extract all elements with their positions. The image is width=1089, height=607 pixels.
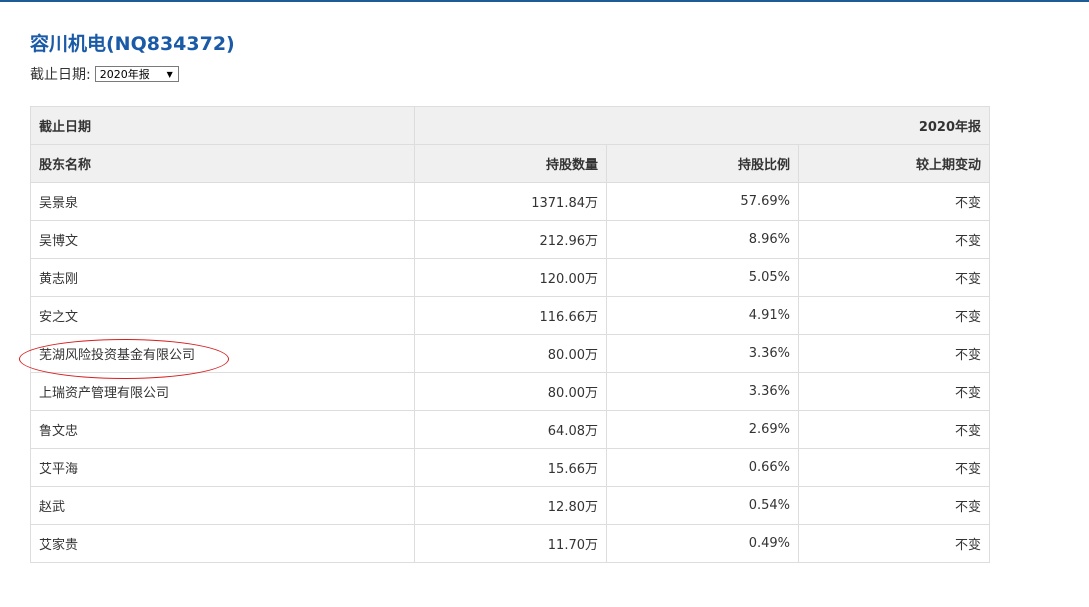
- shareholder-name: 鲁文忠: [30, 410, 415, 449]
- column-header-ratio: 持股比例: [606, 144, 799, 183]
- table-row: 赵武 12.80万 0.54% 不变: [30, 486, 991, 525]
- share-change: 不变: [797, 334, 991, 373]
- shareholders-table: 截止日期 2020年报 股东名称 持股数量 持股比例 较上期变动 吴景泉 137…: [30, 106, 991, 563]
- shareholder-name: 安之文: [30, 296, 415, 335]
- shareholder-name: 黄志刚: [30, 258, 415, 297]
- share-ratio: 2.69%: [606, 410, 799, 449]
- top-border-line: [0, 0, 1089, 2]
- share-ratio: 0.54%: [606, 486, 799, 525]
- header-period-value: 2020年报: [413, 106, 991, 145]
- share-ratio: 57.69%: [606, 182, 799, 221]
- share-count: 212.96万: [414, 220, 607, 259]
- table-row: 吴博文 212.96万 8.96% 不变: [30, 220, 991, 259]
- share-ratio: 0.49%: [606, 524, 799, 563]
- dropdown-arrow-icon: ▼: [166, 70, 173, 79]
- table-row: 芜湖风险投资基金有限公司 80.00万 3.36% 不变: [30, 334, 991, 373]
- date-filter-row: 截止日期: 2020年报 ▼: [30, 64, 179, 84]
- shareholder-name: 吴景泉: [30, 182, 415, 221]
- shareholder-name: 艾家贵: [30, 524, 415, 563]
- table-row: 艾平海 15.66万 0.66% 不变: [30, 448, 991, 487]
- table-header-period-row: 截止日期 2020年报: [30, 106, 991, 145]
- shareholder-name: 芜湖风险投资基金有限公司: [30, 334, 415, 373]
- share-count: 15.66万: [414, 448, 607, 487]
- header-cutoff-date-label: 截止日期: [30, 106, 415, 145]
- table-row: 鲁文忠 64.08万 2.69% 不变: [30, 410, 991, 449]
- report-period-select[interactable]: 2020年报 ▼: [94, 66, 179, 82]
- table-row: 黄志刚 120.00万 5.05% 不变: [30, 258, 991, 297]
- share-count: 116.66万: [414, 296, 607, 335]
- share-change: 不变: [797, 410, 991, 449]
- share-count: 1371.84万: [414, 182, 607, 221]
- date-filter-label: 截止日期:: [30, 67, 91, 83]
- share-ratio: 4.91%: [606, 296, 799, 335]
- share-count: 64.08万: [414, 410, 607, 449]
- share-change: 不变: [797, 448, 991, 487]
- share-count: 120.00万: [414, 258, 607, 297]
- table-row: 安之文 116.66万 4.91% 不变: [30, 296, 991, 335]
- report-period-selected: 2020年报: [99, 68, 150, 81]
- column-header-shares: 持股数量: [414, 144, 607, 183]
- share-change: 不变: [797, 486, 991, 525]
- share-change: 不变: [797, 524, 991, 563]
- shareholder-name: 艾平海: [30, 448, 415, 487]
- shareholder-name: 赵武: [30, 486, 415, 525]
- share-ratio: 0.66%: [606, 448, 799, 487]
- share-change: 不变: [797, 296, 991, 335]
- share-ratio: 3.36%: [606, 372, 799, 411]
- shareholder-name: 上瑞资产管理有限公司: [30, 372, 415, 411]
- column-header-change: 较上期变动: [797, 144, 991, 183]
- table-row: 上瑞资产管理有限公司 80.00万 3.36% 不变: [30, 372, 991, 411]
- share-count: 80.00万: [414, 372, 607, 411]
- share-ratio: 5.05%: [606, 258, 799, 297]
- shareholder-name: 吴博文: [30, 220, 415, 259]
- share-count: 11.70万: [414, 524, 607, 563]
- share-count: 80.00万: [414, 334, 607, 373]
- share-change: 不变: [797, 258, 991, 297]
- page-title: 容川机电(NQ834372): [30, 33, 235, 55]
- share-ratio: 8.96%: [606, 220, 799, 259]
- share-ratio: 3.36%: [606, 334, 799, 373]
- share-change: 不变: [797, 372, 991, 411]
- table-row: 吴景泉 1371.84万 57.69% 不变: [30, 182, 991, 221]
- share-change: 不变: [797, 220, 991, 259]
- table-row: 艾家贵 11.70万 0.49% 不变: [30, 524, 991, 563]
- table-header-columns-row: 股东名称 持股数量 持股比例 较上期变动: [30, 144, 991, 183]
- share-change: 不变: [797, 182, 991, 221]
- share-count: 12.80万: [414, 486, 607, 525]
- column-header-name: 股东名称: [30, 144, 415, 183]
